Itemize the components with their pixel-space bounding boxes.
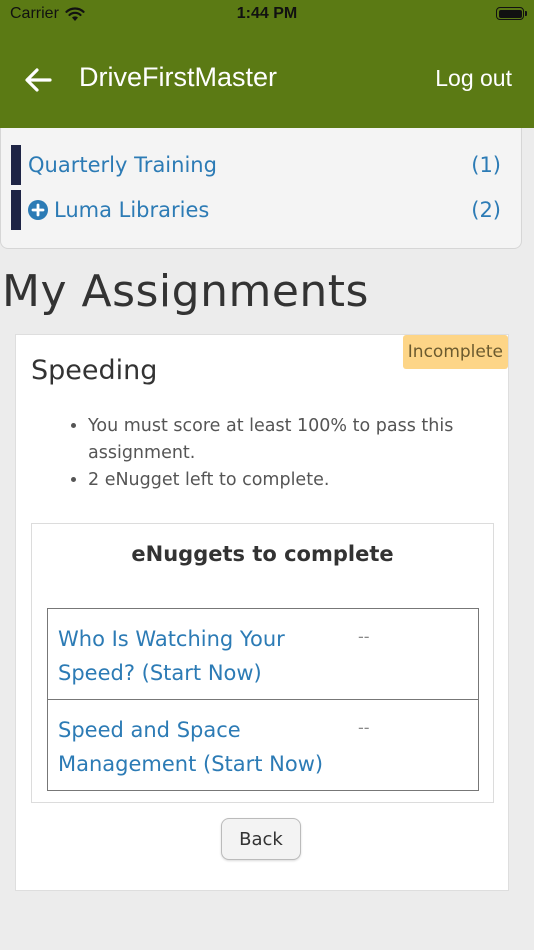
enugget-score: -- — [358, 718, 370, 737]
list-item: 2 eNugget left to complete. — [88, 467, 508, 494]
page-title: My Assignments — [2, 266, 369, 317]
enuggets-section: eNuggets to complete Who Is Watching You… — [31, 523, 494, 803]
enugget-score: -- — [358, 627, 370, 646]
library-item-marker — [11, 190, 21, 230]
arrow-left-icon[interactable] — [22, 64, 54, 96]
table-cell: Who Is Watching Your Speed? (Start Now) … — [47, 608, 479, 700]
table-cell: Speed and Space Management (Start Now) -… — [47, 699, 479, 791]
status-bar: Carrier 1:44 PM — [0, 0, 534, 30]
assignment-details: You must score at least 100% to pass thi… — [52, 413, 508, 494]
library-item-label: Luma Libraries — [28, 198, 471, 222]
app-title: DriveFirstMaster — [79, 62, 278, 92]
table-row: Who Is Watching Your Speed? (Start Now) … — [47, 608, 479, 700]
enuggets-title: eNuggets to complete — [131, 542, 394, 566]
library-item-count: (2) — [471, 198, 501, 222]
enuggets-table: Who Is Watching Your Speed? (Start Now) … — [47, 608, 479, 791]
library-item-marker — [11, 145, 21, 185]
app-bar: DriveFirstMaster Log out — [0, 30, 534, 128]
list-item: You must score at least 100% to pass thi… — [88, 413, 508, 467]
plus-circle-icon[interactable] — [28, 200, 48, 220]
battery-icon — [496, 7, 527, 20]
enugget-link[interactable]: Speed and Space Management (Start Now) — [58, 713, 343, 781]
library-panel: Quarterly Training (1) Luma Libraries (2… — [0, 128, 522, 249]
status-time: 1:44 PM — [236, 5, 298, 22]
enugget-link[interactable]: Who Is Watching Your Speed? (Start Now) — [58, 622, 343, 690]
status-badge: Incomplete — [402, 335, 508, 369]
library-item-label: Quarterly Training — [28, 153, 217, 177]
library-item-count: (1) — [471, 153, 501, 177]
logout-button[interactable]: Log out — [435, 65, 512, 92]
table-row: Speed and Space Management (Start Now) -… — [47, 699, 479, 791]
back-button[interactable]: Back — [221, 818, 301, 860]
assignment-card: Incomplete Speeding You must score at le… — [15, 334, 509, 891]
library-item-quarterly-training[interactable]: Quarterly Training (1) — [11, 145, 501, 185]
assignment-title: Speeding — [31, 355, 158, 386]
library-item-luma-libraries[interactable]: Luma Libraries (2) — [11, 190, 501, 230]
